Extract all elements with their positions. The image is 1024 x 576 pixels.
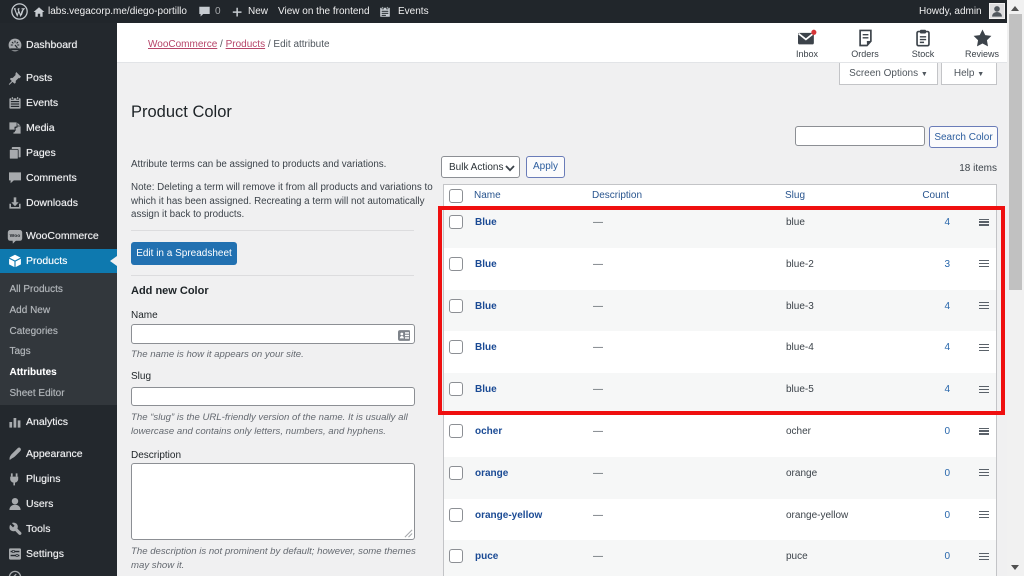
- svg-text:Woo: Woo: [10, 233, 21, 239]
